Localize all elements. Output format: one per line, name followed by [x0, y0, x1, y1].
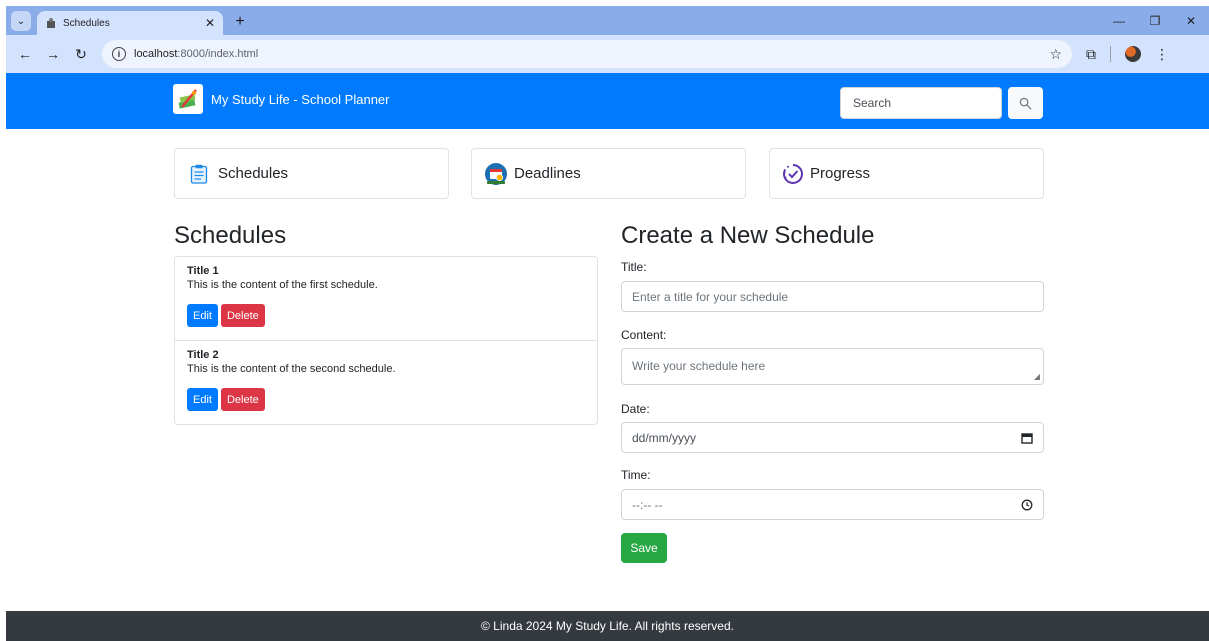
time-input[interactable]: --:-- --	[621, 489, 1044, 520]
progress-check-icon	[783, 163, 803, 184]
navbar: My Study Life - School Planner	[6, 73, 1209, 129]
card-progress[interactable]: Progress	[769, 148, 1044, 199]
forward-icon[interactable]: →	[42, 46, 64, 62]
content-label: Content:	[621, 328, 667, 342]
card-label: Deadlines	[514, 165, 581, 182]
search-input[interactable]	[840, 87, 1002, 119]
browser-tabstrip: ⌄ Schedules ✕ + — ❐ ✕	[6, 6, 1209, 35]
list-item: Title 1 This is the content of the first…	[175, 257, 597, 341]
footer-text: © Linda 2024 My Study Life. All rights r…	[481, 619, 734, 633]
search-button[interactable]	[1008, 87, 1043, 119]
date-input[interactable]: dd/mm/yyyy	[621, 422, 1044, 453]
time-placeholder: --:-- --	[632, 497, 663, 512]
search-icon	[1019, 97, 1032, 109]
browser-toolbar: ← → ↻ i localhost:8000/index.html ☆ ⧉ ⋮	[6, 35, 1209, 73]
bookmark-star-icon[interactable]: ☆	[1049, 46, 1062, 63]
content-textarea[interactable]: Write your schedule here ◢	[621, 348, 1044, 385]
calendar-clock-icon	[485, 162, 507, 185]
delete-button[interactable]: Delete	[220, 388, 265, 411]
brand-title: My Study Life - School Planner	[211, 91, 390, 107]
date-placeholder: dd/mm/yyyy	[632, 430, 697, 445]
delete-button[interactable]: Delete	[220, 304, 265, 327]
window-close-icon[interactable]: ✕	[1173, 14, 1209, 28]
clock-icon[interactable]	[1021, 499, 1033, 511]
card-schedules[interactable]: Schedules	[174, 148, 449, 199]
footer: © Linda 2024 My Study Life. All rights r…	[6, 611, 1209, 641]
schedules-list: Title 1 This is the content of the first…	[174, 256, 598, 425]
time-label: Time:	[621, 468, 651, 482]
info-icon[interactable]: i	[112, 47, 126, 61]
address-bar[interactable]: i localhost:8000/index.html ☆	[102, 40, 1072, 68]
list-item: Title 2 This is the content of the secon…	[175, 341, 597, 424]
item-title: Title 2	[187, 349, 219, 361]
card-label: Schedules	[218, 165, 289, 182]
profile-avatar[interactable]	[1125, 46, 1141, 62]
more-menu-icon[interactable]: ⋮	[1155, 46, 1169, 63]
save-button[interactable]: Save	[621, 533, 667, 563]
favicon-icon	[47, 18, 55, 28]
create-schedule-heading: Create a New Schedule	[621, 222, 875, 249]
browser-tab[interactable]: Schedules ✕	[37, 11, 223, 35]
title-placeholder: Enter a title for your schedule	[632, 289, 789, 304]
window-controls: — ❐ ✕	[1101, 6, 1209, 35]
back-icon[interactable]: ←	[14, 46, 36, 62]
schedules-heading: Schedules	[174, 222, 287, 249]
date-label: Date:	[621, 402, 650, 416]
minimize-icon[interactable]: —	[1101, 14, 1137, 28]
title-input[interactable]: Enter a title for your schedule	[621, 281, 1044, 312]
edit-button[interactable]: Edit	[187, 388, 218, 411]
restore-icon[interactable]: ❐	[1137, 14, 1173, 28]
reload-icon[interactable]: ↻	[70, 46, 92, 63]
clipboard-icon	[190, 164, 208, 184]
close-icon[interactable]: ✕	[205, 16, 215, 30]
calendar-icon[interactable]	[1021, 432, 1033, 444]
study-logo-icon	[173, 84, 203, 114]
tab-search-button[interactable]: ⌄	[11, 11, 31, 31]
resize-grip-icon[interactable]: ◢	[1034, 372, 1040, 381]
item-content: This is the content of the second schedu…	[187, 363, 396, 375]
chevron-down-icon: ⌄	[16, 15, 26, 27]
card-deadlines[interactable]: Deadlines	[471, 148, 746, 199]
content-placeholder: Write your schedule here	[632, 359, 766, 373]
item-title: Title 1	[187, 265, 219, 277]
card-label: Progress	[810, 165, 871, 182]
tab-title: Schedules	[63, 17, 110, 29]
url-text[interactable]: localhost:8000/index.html	[134, 48, 258, 60]
item-content: This is the content of the first schedul…	[187, 279, 378, 291]
toolbar-divider	[1110, 46, 1111, 62]
extensions-icon[interactable]: ⧉	[1086, 46, 1096, 63]
brand[interactable]: My Study Life - School Planner	[173, 84, 389, 114]
new-tab-button[interactable]: +	[229, 11, 251, 33]
edit-button[interactable]: Edit	[187, 304, 218, 327]
title-label: Title:	[621, 260, 647, 274]
